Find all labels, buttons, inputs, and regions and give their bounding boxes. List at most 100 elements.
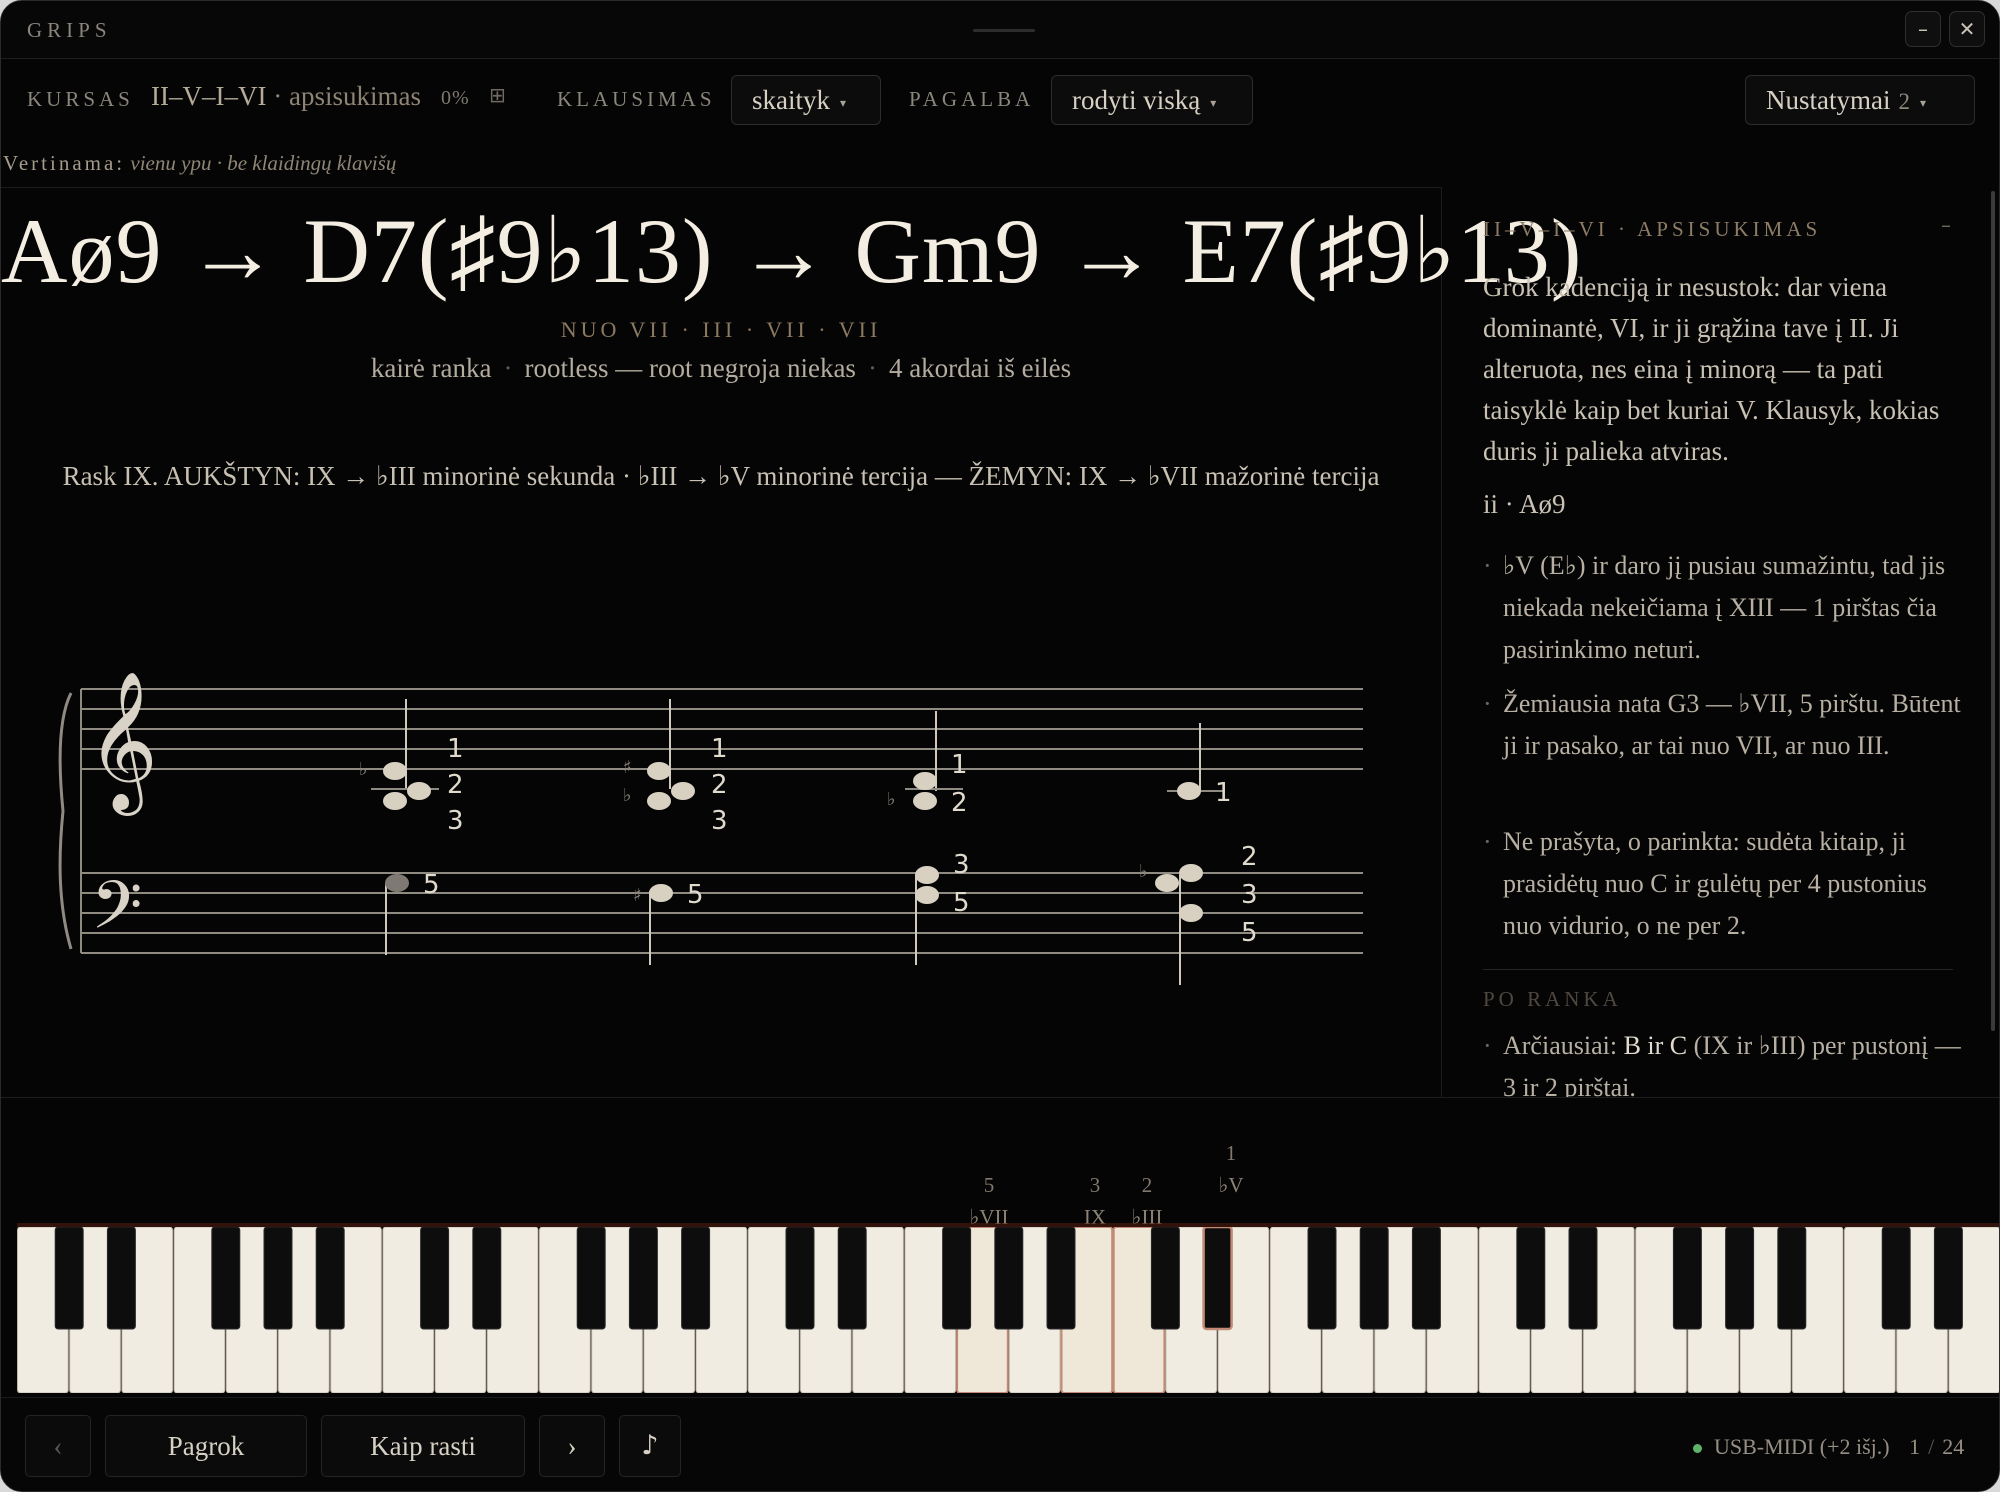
toolbar: KURSAS II–V–I–VI · apsisukimas 0% ⊞ KLAU… [1,59,1999,147]
explanation-panel[interactable]: II–V–I–VI · APSISUKIMAS – Grok kadenciją… [1443,187,1983,1097]
piano-keyboard[interactable] [17,1227,2000,1393]
finger-number: 2 [711,770,728,800]
app-title: GRIPS [27,18,112,42]
black-key[interactable] [1307,1227,1337,1330]
black-key[interactable] [54,1227,84,1330]
assessment-label: Vertinama: [3,151,126,175]
bottom-bar: ‹ Pagrok Kaip rasti › ♪ USB-MIDI (+2 išj… [1,1397,1999,1491]
note-head [915,886,939,904]
drag-handle[interactable] [973,29,1035,32]
chord-progression: Aø9 → D7(♯9♭13) → Gm9 → E7(♯9♭13) [1,200,1583,302]
note-head [649,884,673,902]
settings-dropdown[interactable]: Nustatymai 2 ▾ [1745,75,1975,125]
midi-status: USB-MIDI (+2 išj.) 1 / 24 [1693,1434,1964,1460]
course-label: KURSAS [27,87,134,111]
finger-number: 2 [951,788,968,818]
grid-icon[interactable]: ⊞ [489,83,506,107]
list-item: · ♭V (E♭) ir daro jį pusiau sumažintu, t… [1483,545,1963,671]
bullet-dot: · [1483,827,1492,856]
play-button[interactable]: Pagrok [105,1415,307,1477]
title-bar[interactable]: GRIPS – ✕ [1,1,1999,59]
course-progress: 0% [441,87,470,109]
bass-clef-icon: 𝄢 [91,867,142,960]
black-key[interactable] [785,1227,815,1330]
note-head [913,772,937,790]
black-key[interactable] [837,1227,867,1330]
finger-number: 1 [447,734,464,764]
course-selector[interactable]: II–V–I–VI · apsisukimas [151,81,421,112]
black-key[interactable] [1881,1227,1911,1330]
note-head [383,762,407,780]
minimize-button[interactable]: – [1905,11,1941,47]
finger-number: 3 [1241,880,1258,910]
page-separator: / [1928,1434,1935,1459]
status-led [1693,1444,1702,1454]
minimize-icon: – [1918,17,1928,41]
note-head [671,782,695,800]
finger-number: 1 [1215,778,1232,808]
black-key[interactable] [628,1227,658,1330]
panel-intro: Grok kadenciją ir nesustok: dar viena do… [1483,272,1940,466]
music-note-icon: ♪ [641,1430,659,1461]
page-current: 1 [1909,1434,1921,1459]
help-dropdown[interactable]: rodyti viską ▾ [1051,75,1253,125]
list-item: · Ne prašyta, o parinkta: sudėta kitaip,… [1483,821,1963,947]
course-variant: · apsisukimas [273,81,421,111]
chevron-down-icon: ▾ [840,95,847,110]
black-key[interactable] [106,1227,136,1330]
note-button[interactable]: ♪ [619,1415,681,1477]
close-button[interactable]: ✕ [1949,11,1985,47]
assessment-value: vienu ypu · be klaidingų klavišų [130,151,397,175]
panel-title: II–V–I–VI · APSISUKIMAS [1483,217,1822,241]
black-key[interactable] [1725,1227,1755,1330]
panel-divider [1441,187,1442,1097]
black-key[interactable] [1672,1227,1702,1330]
black-key[interactable] [315,1227,345,1330]
how-to-find-button[interactable]: Kaip rasti [321,1415,525,1477]
note-head [913,792,937,810]
black-key[interactable] [420,1227,450,1330]
list-item: · Žemiausia nata G3 — ♭VII, 5 pirštu. Bū… [1483,683,1963,767]
app-window: GRIPS – ✕ KURSAS II–V–I–VI · apsisukimas… [0,0,2000,1492]
chord-heading: ii · Aø9 [1483,489,1566,519]
prev-button[interactable]: ‹ [25,1415,91,1477]
black-key[interactable] [1359,1227,1389,1330]
treble-clef-icon: 𝄞 [87,671,158,816]
black-key[interactable] [681,1227,711,1330]
separator: · [867,353,877,383]
note-head [407,782,431,800]
black-key[interactable] [576,1227,606,1330]
bullet-text: ♭V (E♭) ir daro jį pusiau sumažintu, tad… [1503,551,1946,664]
black-key[interactable] [1777,1227,1807,1330]
question-text: Rask IX. AUKŠTYN: IX → ♭III minorinė sek… [62,461,1380,491]
help-label: PAGALBA [909,87,1035,111]
black-key[interactable] [1202,1227,1233,1331]
black-key[interactable] [1411,1227,1441,1330]
black-key[interactable] [263,1227,293,1330]
black-key[interactable] [994,1227,1024,1330]
black-key[interactable] [1046,1227,1076,1330]
settings-count: 2 [1898,89,1910,114]
accidental: ♭ [359,759,368,780]
bullet-text: Žemiausia nata G3 — ♭VII, 5 pirštu. Būte… [1503,689,1961,760]
black-key[interactable] [472,1227,502,1330]
black-key[interactable] [211,1227,241,1330]
black-key[interactable] [1568,1227,1598,1330]
black-key[interactable] [942,1227,972,1330]
next-button[interactable]: › [539,1415,605,1477]
question-dropdown[interactable]: skaityk ▾ [731,75,881,125]
hint-hand: kairė ranka [370,353,492,383]
black-key[interactable] [1933,1227,1963,1330]
black-key[interactable] [1516,1227,1546,1330]
collapse-icon[interactable]: – [1941,213,1951,237]
key-labels: 5 ♭VII 3 IX 2 ♭III 1 ♭V [1,1129,1999,1229]
scrollbar-thumb[interactable] [1991,191,1995,1031]
note-head [915,866,939,884]
black-key[interactable] [1150,1227,1180,1330]
help-value: rodyti viską [1072,85,1201,115]
finger-number: 5 [1241,918,1258,948]
accidental: ♭ [1139,861,1148,882]
finger-number: 2 [447,770,464,800]
bullet-dot: · [1483,551,1492,580]
chevron-left-icon: ‹ [53,1431,63,1461]
